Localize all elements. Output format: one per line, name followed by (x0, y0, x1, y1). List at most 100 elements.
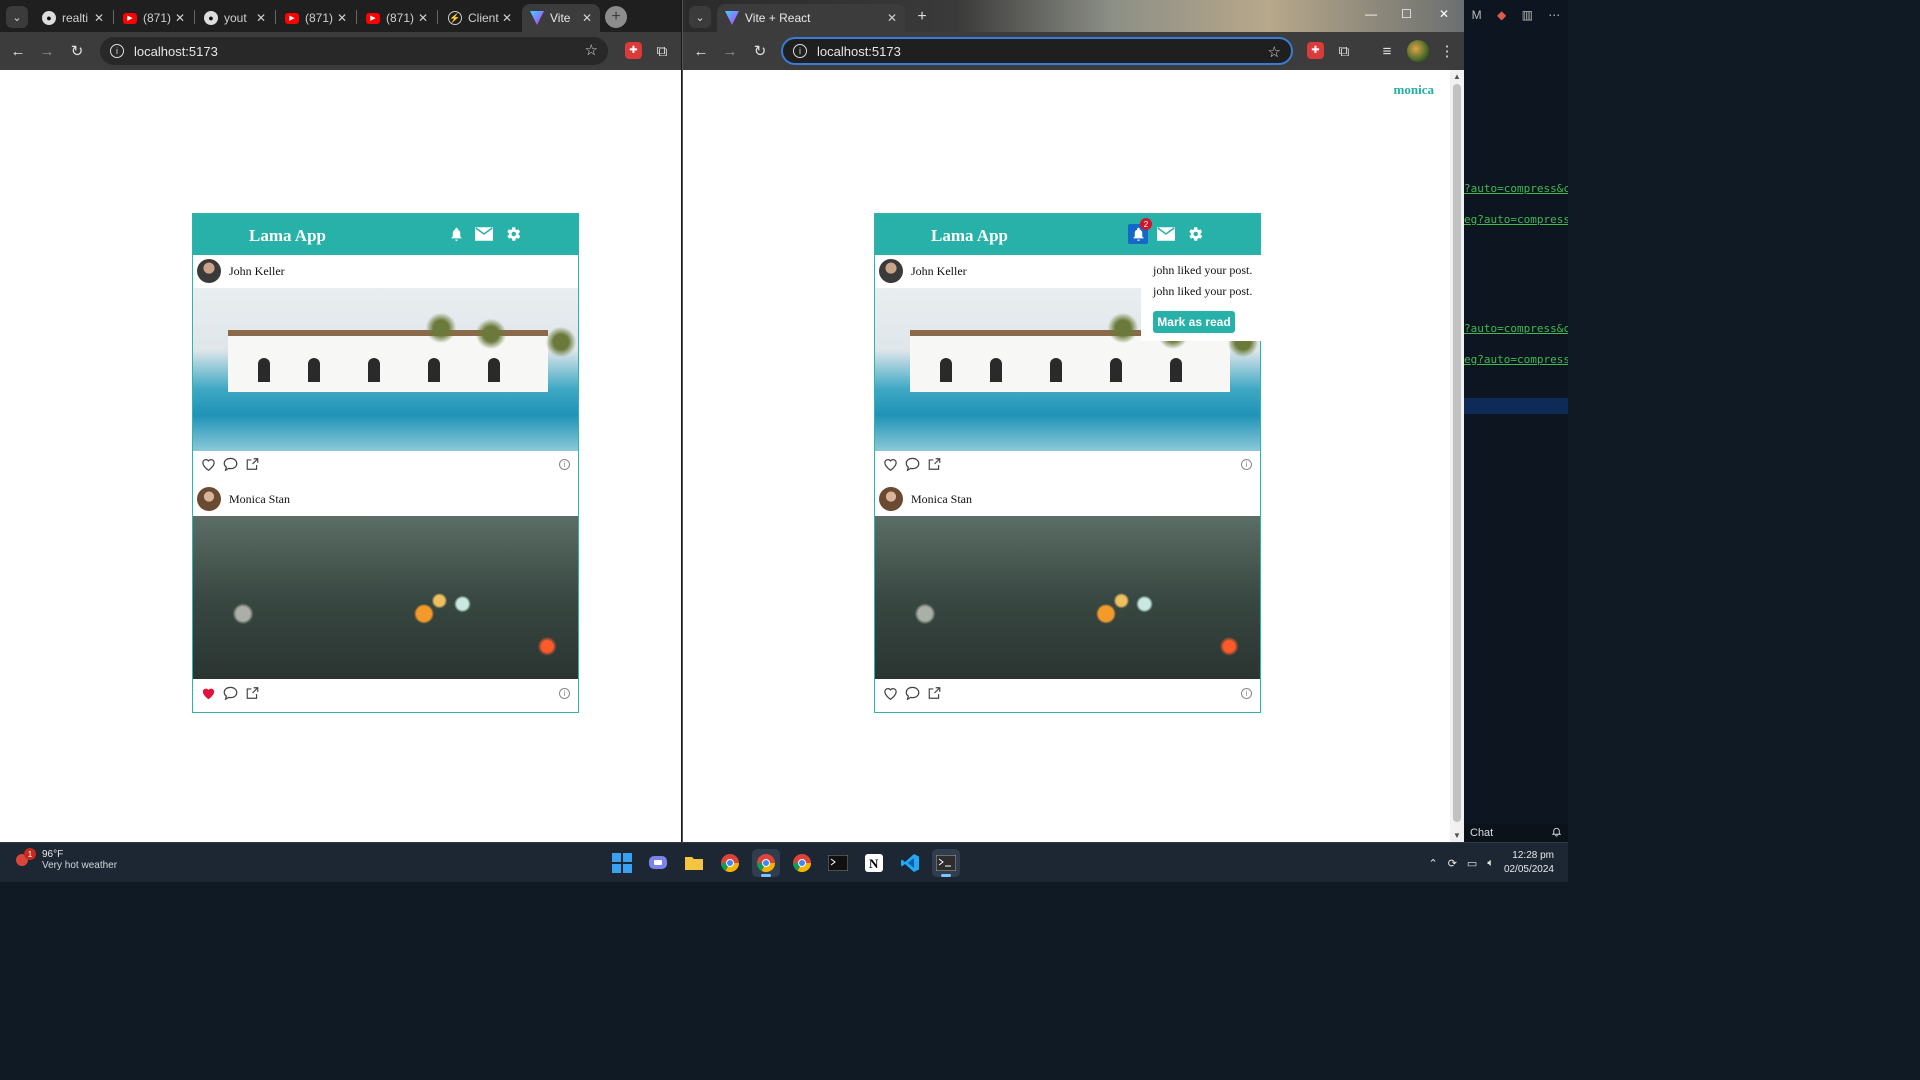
info-icon[interactable]: i (559, 688, 570, 699)
heart-outline-icon[interactable] (201, 457, 216, 472)
url-text[interactable]: localhost:5173 (817, 44, 901, 59)
profile-avatar[interactable] (1407, 40, 1429, 62)
bookmark-star-icon[interactable]: ☆ (585, 41, 598, 59)
scrollbar-thumb[interactable] (1453, 84, 1461, 822)
browser-tab[interactable]: ▶ (871) ✕ (277, 4, 355, 32)
avatar[interactable] (879, 487, 903, 511)
back-icon[interactable]: ← (8, 41, 28, 61)
vscode-icon[interactable] (896, 849, 924, 877)
minimize-icon[interactable]: — (1365, 7, 1377, 21)
share-icon[interactable] (245, 457, 260, 472)
address-bar[interactable]: i localhost:5173 ☆ (100, 37, 608, 65)
media-control-icon[interactable]: ≡ (1377, 41, 1397, 61)
file-explorer-icon[interactable] (680, 849, 708, 877)
browser-tab[interactable]: ⚡ Client ✕ (440, 4, 520, 32)
settings-gear-icon[interactable] (1185, 224, 1205, 244)
post-author[interactable]: John Keller (197, 257, 285, 285)
avatar[interactable] (197, 487, 221, 511)
terminal-icon[interactable] (824, 849, 852, 877)
page-scrollbar[interactable]: ▲ ▼ (1450, 70, 1464, 842)
comment-icon[interactable] (905, 457, 920, 472)
close-tab-icon[interactable]: ✕ (418, 11, 428, 25)
tab-search-button[interactable]: ⌄ (6, 6, 28, 28)
forward-icon[interactable]: → (720, 41, 740, 61)
code-line[interactable]: eg?auto=compress& (1464, 213, 1568, 226)
browser-tab-active[interactable]: Vite + React ✕ (717, 4, 905, 32)
share-icon[interactable] (927, 686, 942, 701)
bell-icon[interactable] (446, 224, 466, 244)
close-tab-icon[interactable]: ✕ (94, 11, 104, 25)
chrome-icon[interactable] (716, 849, 744, 877)
menu-dots-icon[interactable]: ⋮ (1437, 41, 1457, 61)
browser-tab[interactable]: ● realti ✕ (34, 4, 112, 32)
code-line[interactable]: ?auto=compress&cs (1464, 322, 1568, 335)
heart-filled-icon[interactable] (201, 686, 216, 701)
close-tab-icon[interactable]: ✕ (502, 11, 512, 25)
split-editor-icon[interactable]: ▥ (1522, 8, 1533, 22)
author-name[interactable]: Monica Stan (229, 492, 290, 507)
post-author[interactable]: Monica Stan (197, 485, 290, 513)
extensions-puzzle-icon[interactable]: ⧉ (652, 41, 672, 61)
chat-label[interactable]: Chat (1470, 827, 1493, 839)
share-icon[interactable] (245, 686, 260, 701)
close-tab-icon[interactable]: ✕ (582, 11, 592, 25)
extensions-puzzle-icon[interactable]: ⧉ (1334, 41, 1354, 61)
browser-tab[interactable]: ▶ (871) ✕ (115, 4, 193, 32)
author-name[interactable]: Monica Stan (911, 492, 972, 507)
back-icon[interactable]: ← (691, 41, 711, 61)
post-author[interactable]: John Keller (879, 257, 967, 285)
share-icon[interactable] (927, 457, 942, 472)
info-icon[interactable]: i (559, 459, 570, 470)
terminal-alt-icon[interactable] (932, 849, 960, 877)
post-image-rainy-window[interactable] (875, 516, 1260, 679)
tab-search-button[interactable]: ⌄ (689, 6, 711, 28)
avatar[interactable] (197, 259, 221, 283)
maximize-icon[interactable]: ☐ (1401, 7, 1412, 21)
chrome-alt-icon[interactable] (788, 849, 816, 877)
extension-icon[interactable]: ✚ (1307, 42, 1324, 59)
sync-icon[interactable]: ⟳ (1448, 857, 1457, 870)
bookmark-star-icon[interactable]: ☆ (1268, 43, 1281, 61)
close-window-icon[interactable]: ✕ (1439, 7, 1449, 21)
settings-gear-icon[interactable] (503, 224, 523, 244)
author-name[interactable]: John Keller (911, 264, 967, 279)
notion-icon[interactable]: N (860, 849, 888, 877)
comment-icon[interactable] (905, 686, 920, 701)
bell-icon[interactable] (1551, 826, 1562, 840)
site-info-icon[interactable]: i (110, 44, 124, 58)
close-tab-icon[interactable]: ✕ (337, 11, 347, 25)
new-tab-button[interactable]: + (911, 6, 933, 28)
url-text[interactable]: localhost:5173 (134, 44, 218, 59)
bell-icon[interactable]: 2 (1128, 218, 1152, 244)
close-tab-icon[interactable]: ✕ (256, 11, 266, 25)
reload-icon[interactable]: ↻ (750, 41, 770, 61)
network-icon[interactable]: ▭ (1467, 857, 1477, 870)
browser-tab[interactable]: ▶ (871) ✕ (358, 4, 436, 32)
close-tab-icon[interactable]: ✕ (887, 11, 897, 25)
volume-icon[interactable]: 🔈︎ (1487, 857, 1494, 870)
close-tab-icon[interactable]: ✕ (175, 11, 185, 25)
author-name[interactable]: John Keller (229, 264, 285, 279)
chrome-profile-icon[interactable] (752, 849, 780, 877)
post-author[interactable]: Monica Stan (879, 485, 972, 513)
code-line[interactable]: ?auto=compress&cs (1464, 182, 1568, 195)
teams-chat-icon[interactable] (644, 849, 672, 877)
more-icon[interactable]: ⋯ (1548, 8, 1560, 22)
start-windows-icon[interactable] (608, 849, 636, 877)
chevron-up-icon[interactable]: ⌃ (1428, 857, 1437, 870)
comment-icon[interactable] (223, 457, 238, 472)
extension-icon[interactable]: ✚ (625, 42, 642, 59)
forward-icon[interactable]: → (37, 41, 57, 61)
address-bar[interactable]: i localhost:5173 ☆ (781, 37, 1293, 65)
browser-tab[interactable]: ● yout ✕ (196, 4, 274, 32)
post-image-pool-villa[interactable] (193, 288, 578, 451)
heart-outline-icon[interactable] (883, 686, 898, 701)
comment-icon[interactable] (223, 686, 238, 701)
new-tab-button[interactable]: + (605, 6, 627, 28)
avatar[interactable] (879, 259, 903, 283)
mail-icon[interactable] (474, 224, 494, 244)
reload-icon[interactable]: ↻ (67, 41, 87, 61)
site-info-icon[interactable]: i (793, 44, 807, 58)
code-line[interactable]: eg?auto=compress& (1464, 353, 1568, 366)
heart-outline-icon[interactable] (883, 457, 898, 472)
